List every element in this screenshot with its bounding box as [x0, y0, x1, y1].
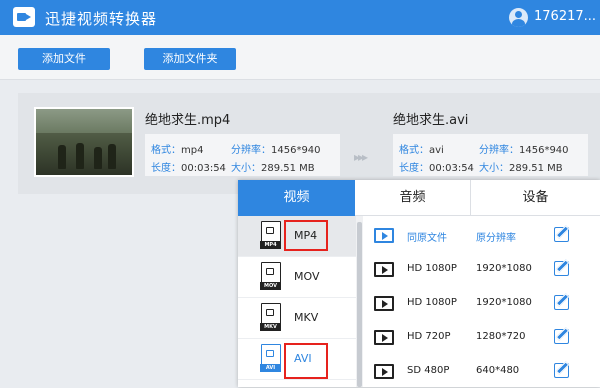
user-name[interactable]: 176217...: [534, 9, 596, 24]
format-label: MOV: [294, 270, 320, 283]
quality-row[interactable]: HD 1080P 1920*1080: [363, 287, 600, 320]
edit-icon[interactable]: [554, 295, 569, 310]
video-clip-icon: [374, 364, 394, 379]
quality-resolution: 640*480: [476, 365, 520, 376]
mp4-highlight-box: [284, 220, 328, 251]
duration-label: 长度：: [399, 163, 429, 174]
quality-resolution: 1280*720: [476, 331, 526, 342]
scrollbar-thumb[interactable]: [357, 222, 362, 387]
quality-resolution: 原分辨率: [476, 233, 516, 244]
toolbar: 添加文件 添加文件夹: [0, 35, 600, 80]
quality-resolution: 1920*1080: [476, 297, 532, 308]
format-label: 格式：: [399, 145, 429, 156]
target-format: avi: [429, 145, 444, 156]
format-list: MP4 MP4 MOV MOV MKV MKV AVI AVI: [238, 216, 356, 387]
video-thumbnail: [34, 107, 134, 177]
source-resolution: 1456*940: [271, 145, 321, 156]
add-file-button[interactable]: 添加文件: [18, 48, 110, 70]
video-clip-icon: [374, 330, 394, 345]
video-file-icon: AVI: [260, 344, 281, 372]
target-file-name: 绝地求生.avi: [393, 113, 469, 128]
video-clip-icon: [374, 262, 394, 277]
video-file-icon: MKV: [260, 303, 281, 331]
avi-highlight-box: [284, 343, 328, 379]
source-file-name: 绝地求生.mp4: [145, 113, 231, 128]
size-label: 大小：: [479, 163, 509, 174]
duration-label: 长度：: [151, 163, 181, 174]
format-item-mkv[interactable]: MKV MKV: [238, 298, 356, 339]
source-info: 格式：mp4 分辨率：1456*940 长度：00:03:54 大小：289.5…: [145, 134, 340, 176]
quality-row[interactable]: HD 720P 1280*720: [363, 321, 600, 354]
quality-resolution: 1920*1080: [476, 263, 532, 274]
target-size: 289.51 MB: [509, 163, 563, 174]
source-duration: 00:03:54: [181, 163, 226, 174]
tab-video[interactable]: 视频: [238, 180, 355, 216]
format-label: 格式：: [151, 145, 181, 156]
quality-label: 同原文件: [407, 233, 447, 244]
add-folder-button[interactable]: 添加文件夹: [144, 48, 236, 70]
edit-icon[interactable]: [554, 261, 569, 276]
resolution-label: 分辨率：: [479, 145, 519, 156]
source-format: mp4: [181, 145, 204, 156]
convert-arrow-icon: ▸▸▸: [354, 150, 368, 164]
quality-label: HD 720P: [407, 331, 451, 342]
video-file-icon: MOV: [260, 262, 281, 290]
target-duration: 00:03:54: [429, 163, 474, 174]
target-info: 格式：avi 分辨率：1456*940 长度：00:03:54 大小：289.5…: [393, 134, 588, 176]
edit-icon[interactable]: [554, 329, 569, 344]
tab-audio[interactable]: 音频: [355, 180, 471, 216]
quality-label: HD 1080P: [407, 297, 457, 308]
edit-icon[interactable]: [554, 363, 569, 378]
quality-row[interactable]: HD 1080P 1920*1080: [363, 253, 600, 286]
output-format-panel: 视频 音频 设备 MP4 MP4 MOV MOV MKV MKV AVI AVI…: [238, 180, 600, 387]
conversion-task-card: 绝地求生.mp4 格式：mp4 分辨率：1456*940 长度：00:03:54…: [18, 93, 600, 194]
quality-row[interactable]: 同原文件 原分辨率: [363, 219, 600, 252]
app-logo-icon: [13, 7, 35, 27]
video-file-icon: MP4: [260, 221, 281, 249]
format-tabs: 视频 音频 设备: [238, 180, 600, 216]
format-item-mov[interactable]: MOV MOV: [238, 257, 356, 298]
app-title: 迅捷视频转换器: [45, 10, 158, 28]
video-clip-icon: [374, 228, 394, 243]
quality-label: HD 1080P: [407, 263, 457, 274]
quality-row[interactable]: SD 480P 640*480: [363, 355, 600, 388]
format-list-scrollbar[interactable]: [356, 216, 363, 387]
source-size: 289.51 MB: [261, 163, 315, 174]
tab-device[interactable]: 设备: [471, 180, 600, 216]
target-resolution: 1456*940: [519, 145, 569, 156]
resolution-label: 分辨率：: [231, 145, 271, 156]
user-avatar-icon[interactable]: [509, 8, 528, 27]
size-label: 大小：: [231, 163, 261, 174]
format-label: MKV: [294, 311, 319, 324]
video-clip-icon: [374, 296, 394, 311]
title-bar: 迅捷视频转换器 176217...: [0, 0, 600, 35]
quality-label: SD 480P: [407, 365, 450, 376]
edit-icon[interactable]: [554, 227, 569, 242]
